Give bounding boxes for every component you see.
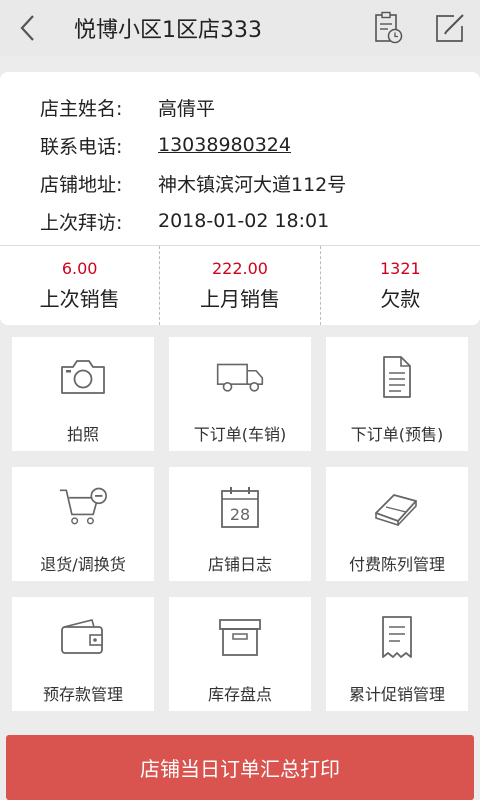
action-grid: 拍照 下订单(车销) 下订单(预售) 退货/调换货 28 店铺日志 付费陈列管理… <box>12 337 468 711</box>
store-info-card: 店主姓名: 高倩平 联系电话: 13038980324 店铺地址: 神木镇滨河大… <box>0 72 480 325</box>
paid-display-button[interactable]: 付费陈列管理 <box>326 467 468 581</box>
last-visit-label: 上次拜访: <box>40 211 123 234</box>
edit-button[interactable] <box>430 8 470 48</box>
books-icon <box>375 494 417 527</box>
order-van-sale-button[interactable]: 下订单(车销) <box>169 337 311 451</box>
address-row: 店铺地址: 神木镇滨河大道112号 <box>40 164 480 202</box>
tile-label: 下订单(车销) <box>193 425 287 444</box>
print-summary-button[interactable]: 店铺当日订单汇总打印 <box>6 735 474 800</box>
stat-last-month: 222.00 上月销售 <box>159 246 319 325</box>
document-icon <box>383 356 411 398</box>
stat-label: 上次销售 <box>39 286 120 311</box>
sales-stats: 6.00 上次销售 222.00 上月销售 1321 欠款 <box>0 245 480 325</box>
store-log-button[interactable]: 28 店铺日志 <box>169 467 311 581</box>
tile-label: 拍照 <box>66 425 99 444</box>
stat-value: 222.00 <box>212 258 268 278</box>
tile-label: 库存盘点 <box>207 685 272 704</box>
stat-value: 1321 <box>379 258 421 278</box>
stat-debt: 1321 欠款 <box>319 246 480 325</box>
back-button[interactable] <box>0 0 56 56</box>
return-exchange-button[interactable]: 退货/调换货 <box>12 467 154 581</box>
svg-text:28: 28 <box>230 505 250 524</box>
chevron-left-icon <box>20 15 34 41</box>
tile-label: 下订单(预售) <box>350 425 444 444</box>
receipt-icon <box>382 616 412 658</box>
phone-label: 联系电话: <box>40 135 123 158</box>
order-presale-button[interactable]: 下订单(预售) <box>326 337 468 451</box>
stat-label: 上月销售 <box>199 286 280 311</box>
last-visit-row: 上次拜访: 2018-01-02 18:01 <box>40 202 480 240</box>
camera-icon <box>61 360 105 394</box>
prepaid-button[interactable]: 预存款管理 <box>12 597 154 711</box>
promotion-button[interactable]: 累计促销管理 <box>326 597 468 711</box>
address-label: 店铺地址: <box>40 173 123 196</box>
cart-minus-icon <box>59 487 107 525</box>
tile-label: 付费陈列管理 <box>348 555 445 574</box>
stat-value: 6.00 <box>61 258 98 278</box>
page-title: 悦博小区1区店333 <box>74 18 262 43</box>
clipboard-clock-icon <box>375 11 403 44</box>
owner-row: 店主姓名: 高倩平 <box>40 88 480 126</box>
last-visit-value: 2018-01-02 18:01 <box>158 210 330 232</box>
owner-value: 高倩平 <box>158 97 216 120</box>
app-header: 悦博小区1区店333 <box>0 0 480 56</box>
tile-label: 店铺日志 <box>207 555 272 574</box>
visit-log-button[interactable] <box>368 8 408 48</box>
wallet-icon <box>61 619 103 654</box>
truck-icon <box>216 363 264 392</box>
stat-label: 欠款 <box>380 286 421 311</box>
phone-link[interactable]: 13038980324 <box>158 134 291 156</box>
edit-icon <box>436 14 464 42</box>
inventory-button[interactable]: 库存盘点 <box>169 597 311 711</box>
tile-label: 累计促销管理 <box>348 685 445 704</box>
address-value: 神木镇滨河大道112号 <box>158 173 347 196</box>
owner-label: 店主姓名: <box>40 97 123 120</box>
tile-label: 退货/调换货 <box>40 555 126 574</box>
photo-button[interactable]: 拍照 <box>12 337 154 451</box>
tile-label: 预存款管理 <box>42 685 123 704</box>
calendar-icon: 28 <box>221 487 259 528</box>
box-icon <box>219 619 261 656</box>
phone-row: 联系电话: 13038980324 <box>40 126 480 164</box>
stat-last-sale: 6.00 上次销售 <box>0 246 159 325</box>
